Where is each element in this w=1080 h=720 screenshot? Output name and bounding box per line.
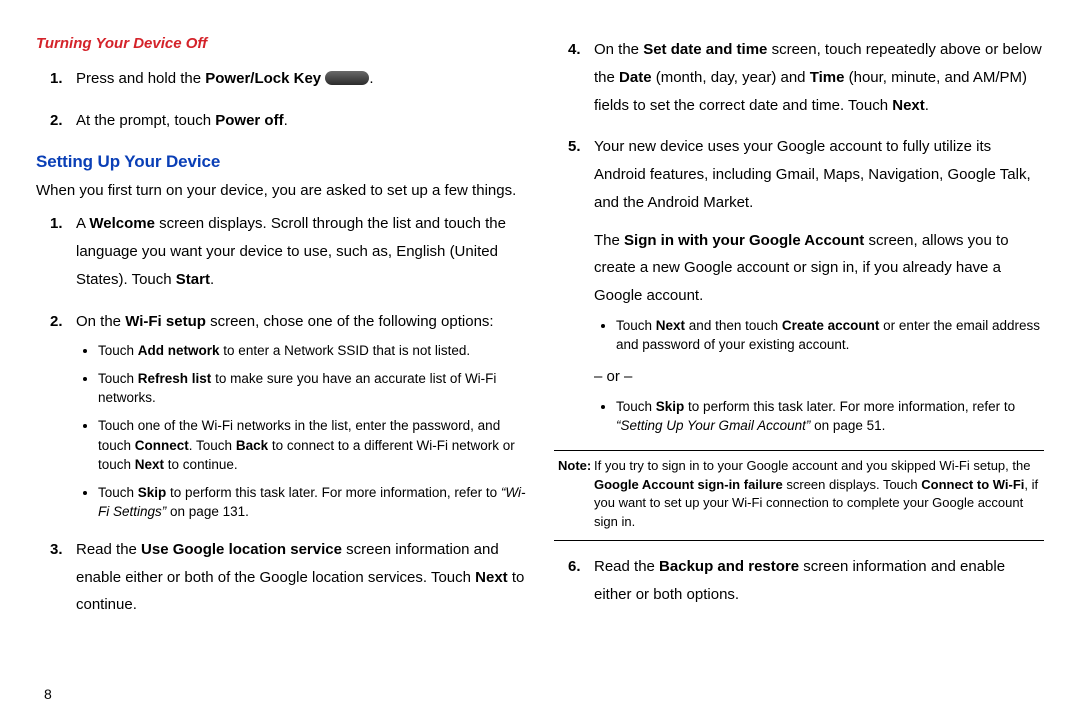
bold-text: Start — [176, 271, 210, 288]
note-label: Note: — [558, 457, 591, 476]
list-item: Touch one of the Wi-Fi networks in the l… — [98, 416, 526, 475]
list-item: A Welcome screen displays. Scroll throug… — [36, 210, 526, 293]
text: . — [369, 70, 373, 87]
bold-text: Connect — [135, 438, 189, 453]
heading-turning-off: Turning Your Device Off — [36, 32, 526, 55]
cross-reference: “Setting Up Your Gmail Account” — [616, 418, 810, 433]
text: screen, chose one of the following optio… — [206, 313, 494, 330]
text: . — [284, 112, 288, 129]
setup-steps-continued: On the Set date and time screen, touch r… — [554, 36, 1044, 436]
list-item: Your new device uses your Google account… — [554, 133, 1044, 436]
text: to continue. — [164, 457, 238, 472]
text: (month, day, year) and — [652, 69, 810, 86]
list-item: At the prompt, touch Power off. — [36, 107, 526, 135]
intro-paragraph: When you first turn on your device, you … — [36, 179, 526, 202]
text: and then touch — [685, 318, 782, 333]
text: A — [76, 215, 89, 232]
bold-text: Wi-Fi setup — [125, 313, 206, 330]
text: Press and hold the — [76, 70, 205, 87]
bold-text: Time — [810, 69, 845, 86]
bold-text: Skip — [656, 399, 685, 414]
left-column: Turning Your Device Off Press and hold t… — [36, 32, 526, 720]
note-body: If you try to sign in to your Google acc… — [558, 457, 1040, 532]
bold-text: Power off — [215, 112, 283, 129]
text: Your new device uses your Google account… — [594, 133, 1044, 216]
text: . — [210, 271, 214, 288]
wifi-options: Touch Add network to enter a Network SSI… — [76, 341, 526, 522]
text: The — [594, 232, 624, 249]
text: to enter a Network SSID that is not list… — [220, 343, 471, 358]
bold-text: Google Account sign-in failure — [594, 477, 783, 492]
text: Read the — [76, 541, 141, 558]
text: Read the — [594, 558, 659, 575]
google-signin-options: Touch Next and then touch Create account… — [594, 316, 1044, 355]
bold-text: Next — [135, 457, 164, 472]
bold-text: Set date and time — [643, 41, 767, 58]
bold-text: Skip — [138, 485, 167, 500]
list-item: Touch Add network to enter a Network SSI… — [98, 341, 526, 361]
list-item: Read the Backup and restore screen infor… — [554, 553, 1044, 609]
text: . — [925, 97, 929, 114]
or-separator: – or – — [594, 363, 1044, 391]
bold-text: Next — [892, 97, 925, 114]
text: to perform this task later. For more inf… — [684, 399, 1015, 414]
text: Touch — [616, 399, 656, 414]
list-item: On the Wi-Fi setup screen, chose one of … — [36, 308, 526, 522]
power-key-icon — [325, 71, 369, 85]
bold-text: Connect to Wi-Fi — [921, 477, 1024, 492]
google-signin-skip: Touch Skip to perform this task later. F… — [594, 397, 1044, 436]
text: The Sign in with your Google Account scr… — [594, 227, 1044, 310]
text: . Touch — [189, 438, 236, 453]
bold-text: Date — [619, 69, 652, 86]
text: Touch — [98, 343, 138, 358]
text: If you try to sign in to your Google acc… — [594, 458, 1030, 473]
text: on page 131. — [166, 504, 249, 519]
text: Touch — [98, 371, 138, 386]
manual-page: Turning Your Device Off Press and hold t… — [0, 0, 1080, 720]
text: Touch — [98, 485, 138, 500]
bold-text: Back — [236, 438, 268, 453]
note-box: Note: If you try to sign in to your Goog… — [554, 450, 1044, 541]
list-item: Read the Use Google location service scr… — [36, 536, 526, 619]
text: Touch — [616, 318, 656, 333]
right-column: On the Set date and time screen, touch r… — [554, 32, 1044, 720]
turning-off-steps: Press and hold the Power/Lock Key . At t… — [36, 65, 526, 135]
list-item: Touch Refresh list to make sure you have… — [98, 369, 526, 408]
list-item: Press and hold the Power/Lock Key . — [36, 65, 526, 93]
list-item: On the Set date and time screen, touch r… — [554, 36, 1044, 119]
bold-text: Sign in with your Google Account — [624, 232, 864, 249]
bold-text: Power/Lock Key — [205, 70, 321, 87]
bold-text: Welcome — [89, 215, 155, 232]
list-item: Touch Skip to perform this task later. F… — [616, 397, 1044, 436]
text: On the — [76, 313, 125, 330]
text: On the — [594, 41, 643, 58]
bold-text: Refresh list — [138, 371, 212, 386]
bold-text: Backup and restore — [659, 558, 799, 575]
bold-text: Add network — [138, 343, 220, 358]
heading-setting-up: Setting Up Your Device — [36, 149, 526, 175]
text: At the prompt, touch — [76, 112, 215, 129]
page-number: 8 — [44, 686, 52, 702]
setup-steps-final: Read the Backup and restore screen infor… — [554, 553, 1044, 609]
text: screen displays. Touch — [783, 477, 922, 492]
text: to perform this task later. For more inf… — [166, 485, 501, 500]
list-item: Touch Skip to perform this task later. F… — [98, 483, 526, 522]
setup-steps: A Welcome screen displays. Scroll throug… — [36, 210, 526, 619]
text: on page 51. — [810, 418, 885, 433]
list-item: Touch Next and then touch Create account… — [616, 316, 1044, 355]
bold-text: Next — [656, 318, 685, 333]
bold-text: Next — [475, 569, 508, 586]
bold-text: Create account — [782, 318, 880, 333]
bold-text: Use Google location service — [141, 541, 342, 558]
